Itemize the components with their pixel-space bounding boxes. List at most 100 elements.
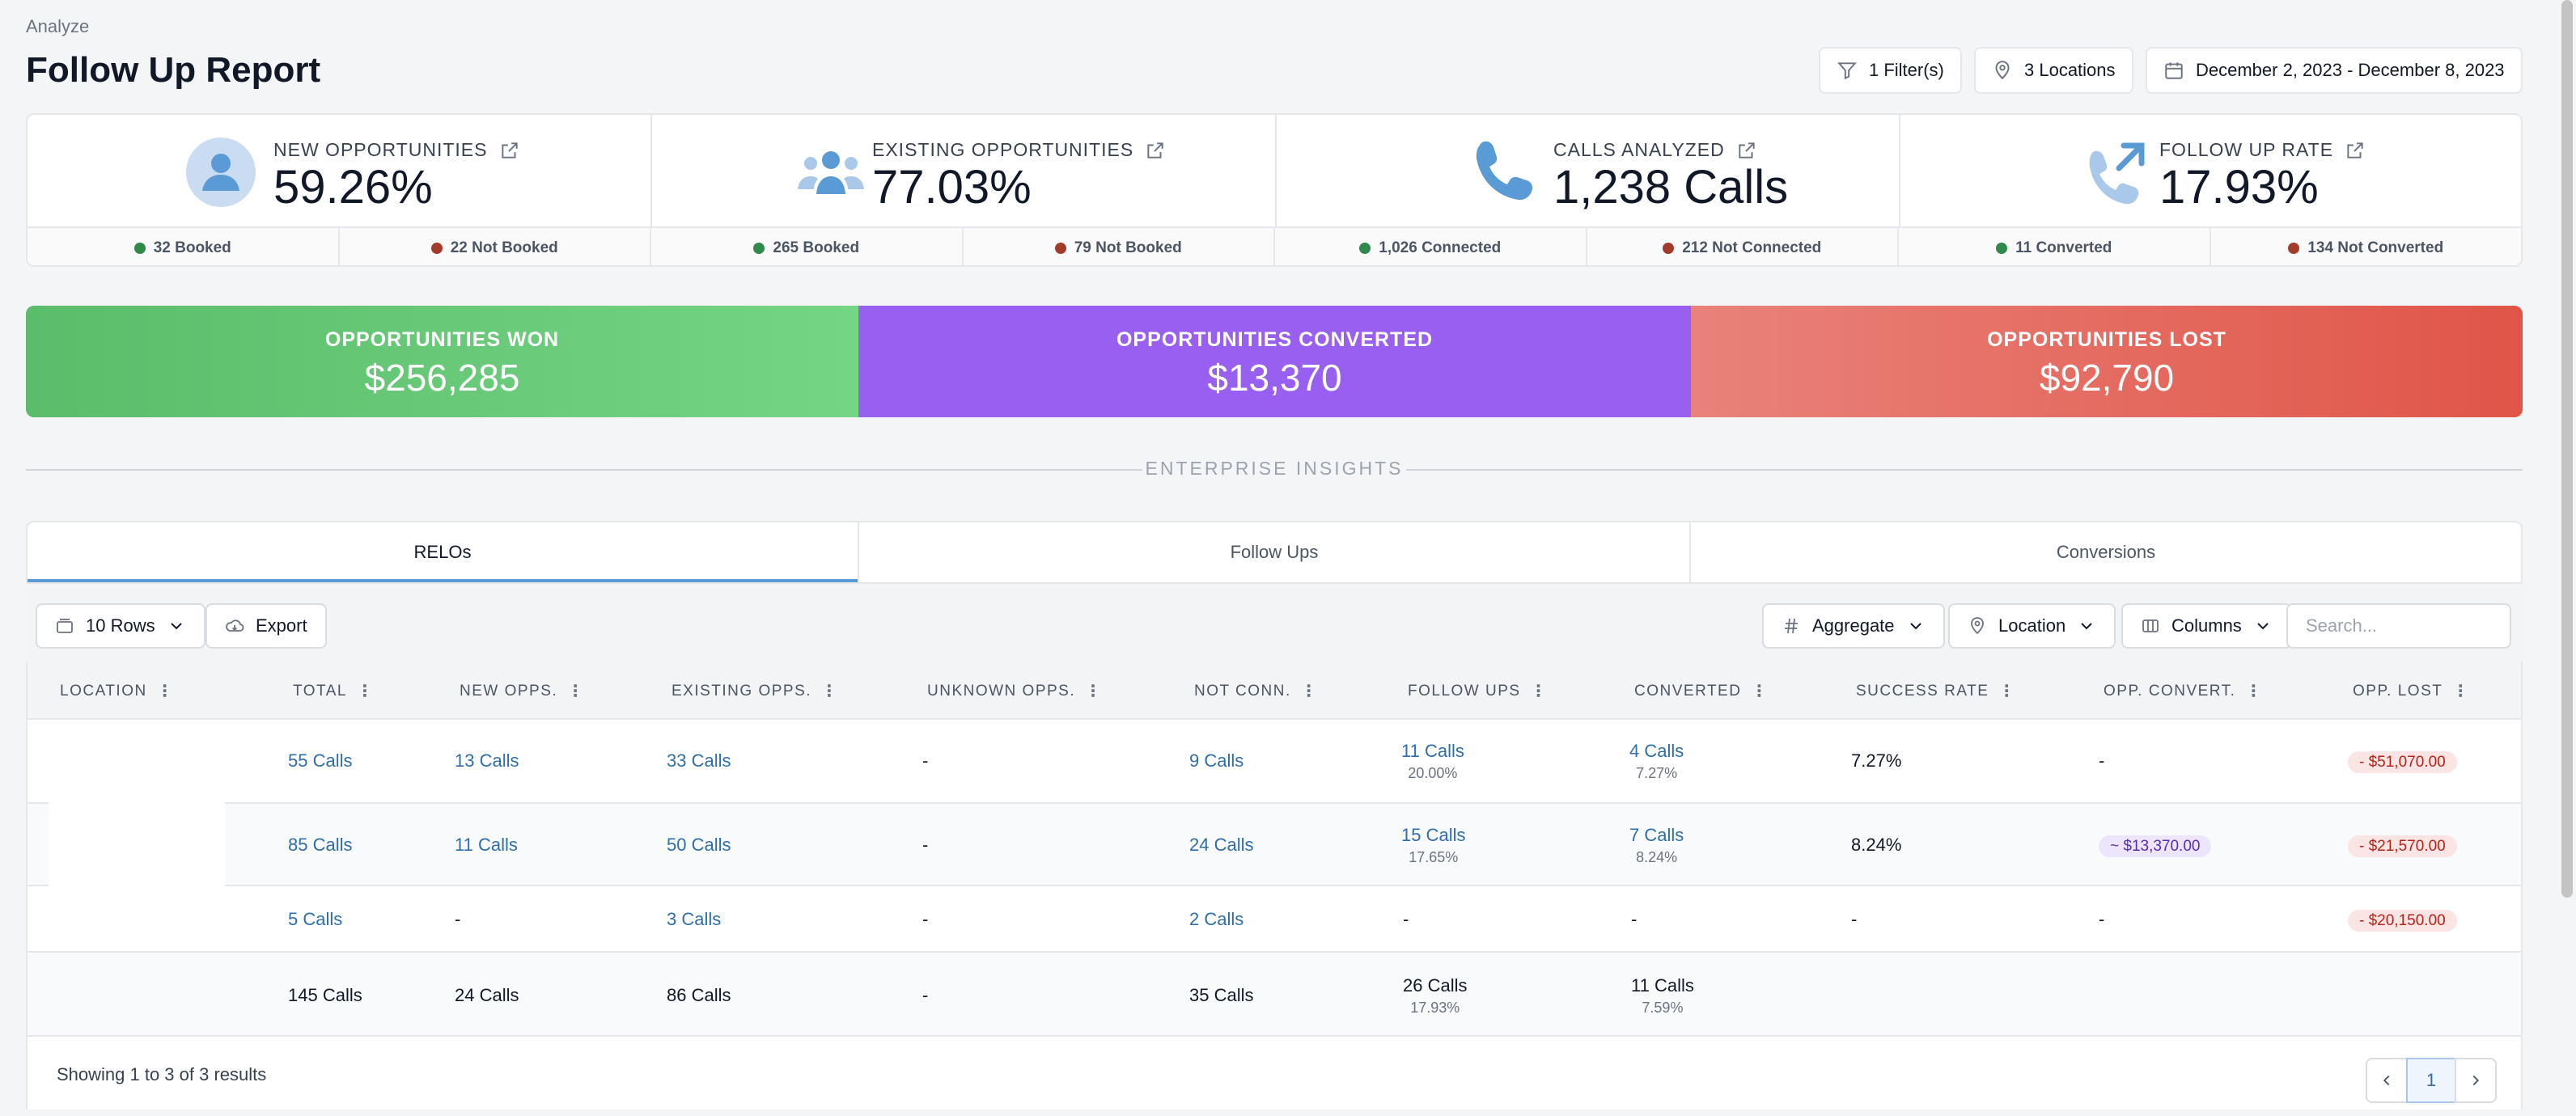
- total-unknown-opps: -: [922, 985, 929, 1005]
- converted-badge: ~ $13,370.00: [2099, 835, 2212, 857]
- tab-conversions[interactable]: Conversions: [1691, 522, 2521, 582]
- cell-not-conn[interactable]: 2 Calls: [1189, 909, 1244, 930]
- column-header-not-conn[interactable]: NOT CONN. ⋮: [1194, 681, 1318, 701]
- tile-label: OPPORTUNITIES CONVERTED: [1116, 328, 1434, 351]
- location-dropdown[interactable]: Location: [1948, 603, 2116, 649]
- next-page-button[interactable]: [2455, 1058, 2497, 1103]
- cell-success-rate: 8.24%: [1851, 835, 1902, 855]
- cell-opp-lost: - $20,150.00: [2348, 909, 2457, 932]
- kpi-value: 59.26%: [273, 161, 433, 213]
- column-header-follow-ups[interactable]: FOLLOW UPS ⋮: [1408, 681, 1548, 701]
- kpi-label: CALLS ANALYZED: [1553, 139, 1725, 160]
- external-link-icon[interactable]: [499, 140, 520, 161]
- cell-converted: -: [1631, 909, 1638, 929]
- total-not-conn: 35 Calls: [1189, 985, 1254, 1005]
- cell-new-opps[interactable]: 11 Calls: [455, 835, 518, 856]
- cell-converted[interactable]: 4 Calls 7.27%: [1629, 741, 1684, 782]
- results-summary: Showing 1 to 3 of 3 results: [57, 1064, 267, 1084]
- tab-follow-ups[interactable]: Follow Ups: [859, 522, 1691, 582]
- cell-follow-ups[interactable]: 15 Calls 17.65%: [1401, 825, 1465, 866]
- external-link-icon[interactable]: [2345, 140, 2366, 161]
- date-range-button[interactable]: December 2, 2023 - December 8, 2023: [2146, 47, 2523, 94]
- columns-label: Columns: [2171, 615, 2242, 636]
- hash-icon: [1785, 618, 1798, 634]
- kpi-value: 77.03%: [872, 161, 1032, 213]
- table-row: 5 Calls - 3 Calls - 2 Calls - - - - - $2…: [28, 886, 2521, 953]
- kpi-panel: NEW OPPORTUNITIES 59.26% EXISTING OPPORT…: [26, 113, 2523, 267]
- cell-not-conn[interactable]: 24 Calls: [1189, 835, 1253, 856]
- opportunities-won-tile: OPPORTUNITIES WON $256,285: [26, 306, 858, 417]
- column-header-unknown-opps[interactable]: UNKNOWN OPPS. ⋮: [927, 681, 1103, 701]
- column-header-opp-convert[interactable]: OPP. CONVERT. ⋮: [2104, 681, 2263, 701]
- column-header-new-opps[interactable]: NEW OPPS. ⋮: [460, 681, 585, 701]
- columns-dropdown[interactable]: Columns: [2121, 603, 2292, 649]
- aggregate-dropdown[interactable]: Aggregate: [1762, 603, 1945, 649]
- location-cell-placeholder: [49, 778, 225, 886]
- calendar-icon: [2165, 62, 2183, 79]
- status-dot: [1054, 243, 1066, 254]
- cell-opp-convert: -: [2099, 750, 2105, 771]
- cell-converted[interactable]: 7 Calls 8.24%: [1629, 825, 1684, 866]
- filters-button[interactable]: 1 Filter(s): [1819, 47, 1962, 94]
- kpi-existing-opportunities: EXISTING OPPORTUNITIES 77.03%: [652, 115, 1277, 226]
- cell-opp-lost: - $21,570.00: [2348, 835, 2457, 857]
- kebab-icon: ⋮: [156, 683, 175, 700]
- locations-button[interactable]: 3 Locations: [1974, 47, 2133, 94]
- status-dot: [430, 243, 443, 254]
- external-link-icon[interactable]: [1145, 140, 1166, 161]
- kpi-breakdown-item: 134 Not Converted: [2211, 228, 2522, 265]
- cell-success-rate: -: [1851, 909, 1858, 929]
- cell-opp-convert: -: [2099, 909, 2105, 929]
- stack-icon: [57, 619, 73, 633]
- kpi-breakdown-item: 265 Booked: [651, 228, 964, 265]
- external-link-icon[interactable]: [1736, 140, 1757, 161]
- cell-total[interactable]: 85 Calls: [288, 835, 352, 856]
- kebab-icon: ⋮: [1998, 683, 2016, 700]
- column-header-opp-lost[interactable]: OPP. LOST ⋮: [2353, 681, 2470, 701]
- page-1-button[interactable]: 1: [2406, 1058, 2456, 1103]
- kebab-icon: ⋮: [1530, 683, 1549, 700]
- column-header-existing-opps[interactable]: EXISTING OPPS. ⋮: [672, 681, 839, 701]
- cell-existing-opps[interactable]: 50 Calls: [667, 835, 731, 856]
- relos-table: LOCATION ⋮ TOTAL ⋮ NEW OPPS. ⋮ EXISTING OPP…: [26, 662, 2523, 1110]
- cell-existing-opps[interactable]: 3 Calls: [667, 909, 721, 930]
- kpi-label: EXISTING OPPORTUNITIES: [872, 139, 1134, 160]
- breadcrumb[interactable]: Analyze: [26, 16, 89, 37]
- column-header-converted[interactable]: CONVERTED ⋮: [1634, 681, 1769, 701]
- kpi-label: NEW OPPORTUNITIES: [273, 139, 488, 160]
- column-header-total[interactable]: TOTAL ⋮: [293, 681, 374, 701]
- locations-label: 3 Locations: [2024, 60, 2116, 80]
- cell-existing-opps[interactable]: 33 Calls: [667, 750, 731, 771]
- total-total: 145 Calls: [288, 985, 362, 1005]
- phone-icon: [1468, 136, 1540, 209]
- search-input[interactable]: [2286, 603, 2511, 649]
- kebab-icon: ⋮: [567, 683, 585, 700]
- table-header: LOCATION ⋮ TOTAL ⋮ NEW OPPS. ⋮ EXISTING OPP…: [28, 662, 2521, 720]
- cell-follow-ups[interactable]: 11 Calls 20.00%: [1401, 741, 1464, 782]
- page-scrollbar[interactable]: [2561, 0, 2573, 898]
- kebab-icon: ⋮: [1085, 683, 1103, 700]
- tile-value: $13,370: [1207, 357, 1342, 399]
- cell-total[interactable]: 5 Calls: [288, 909, 342, 930]
- chevron-down-icon: [2257, 623, 2269, 630]
- cell-total[interactable]: 55 Calls: [288, 750, 352, 771]
- column-header-success-rate[interactable]: SUCCESS RATE ⋮: [1856, 681, 2016, 701]
- cell-unknown-opps: -: [922, 750, 929, 771]
- tile-value: $92,790: [2039, 357, 2175, 399]
- page-title: Follow Up Report: [26, 50, 321, 90]
- cell-success-rate: 7.27%: [1851, 750, 1902, 771]
- aggregate-label: Aggregate: [1812, 615, 1895, 636]
- kpi-breakdown-item: 1,026 Connected: [1275, 228, 1587, 265]
- status-dot: [133, 243, 146, 254]
- export-button[interactable]: Export: [205, 603, 327, 649]
- cell-new-opps[interactable]: 13 Calls: [455, 750, 519, 771]
- tile-label: OPPORTUNITIES LOST: [1987, 328, 2226, 351]
- kebab-icon: ⋮: [821, 683, 839, 700]
- prev-page-button[interactable]: [2366, 1058, 2408, 1103]
- total-new-opps: 24 Calls: [455, 985, 519, 1005]
- rows-dropdown[interactable]: 10 Rows: [36, 603, 205, 649]
- tab-relos[interactable]: RELOs: [28, 522, 859, 582]
- column-header-location[interactable]: LOCATION ⋮: [60, 681, 174, 701]
- chevron-down-icon: [1909, 623, 1921, 630]
- cell-not-conn[interactable]: 9 Calls: [1189, 750, 1244, 771]
